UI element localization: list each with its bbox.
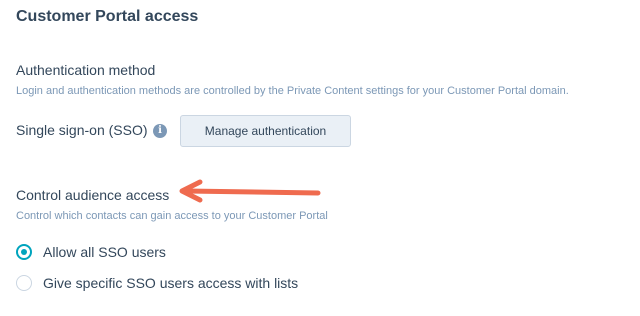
radio-option-specific-lists[interactable]: Give specific SSO users access with list… (16, 273, 298, 293)
radio-button-unchecked[interactable] (16, 275, 32, 291)
radio-label-allow-all[interactable]: Allow all SSO users (43, 244, 166, 260)
radio-option-allow-all[interactable]: Allow all SSO users (16, 242, 166, 262)
control-audience-access-heading: Control audience access (16, 187, 170, 203)
info-icon[interactable]: i (153, 124, 167, 138)
annotation-arrow (179, 179, 321, 203)
audience-help-text: Control which contacts can gain access t… (16, 210, 328, 222)
radio-label-specific-lists[interactable]: Give specific SSO users access with list… (43, 275, 298, 291)
radio-button-checked[interactable] (16, 244, 32, 260)
arrow-icon (179, 179, 321, 203)
manage-authentication-button[interactable]: Manage authentication (180, 115, 351, 147)
authentication-method-heading: Authentication method (16, 62, 156, 78)
authentication-help-text: Login and authentication methods are con… (16, 85, 569, 97)
sso-label: Single sign-on (SSO) (16, 122, 148, 138)
section-title: Customer Portal access (16, 8, 199, 25)
